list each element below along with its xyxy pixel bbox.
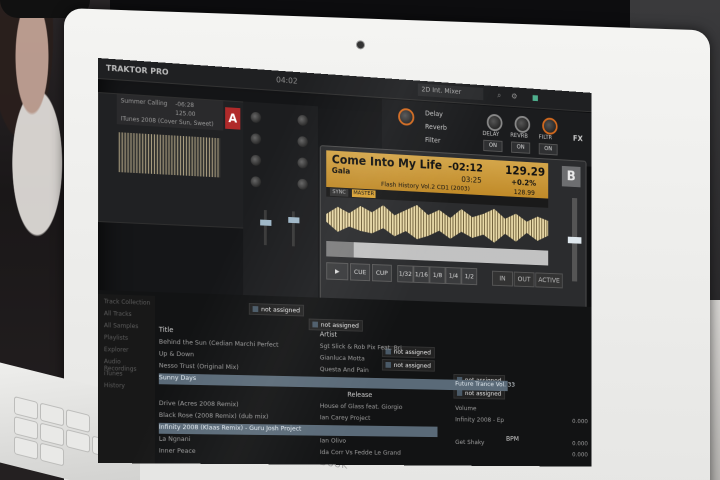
- fx-param-2: REVRB: [510, 132, 528, 140]
- fx-effect-3[interactable]: Filter: [425, 136, 440, 145]
- col-release-header[interactable]: Release: [347, 391, 372, 399]
- loop-1-32[interactable]: 1/32: [397, 265, 414, 283]
- deck-a-time: -06:28: [175, 100, 195, 110]
- deck-a-bpm: 125.00: [175, 109, 196, 119]
- deck-a-waveform[interactable]: [118, 132, 221, 178]
- fx-on-button-2[interactable]: ON: [511, 141, 531, 154]
- col-title-header[interactable]: Title: [159, 326, 174, 334]
- fx-param-3: FILTR: [538, 133, 553, 142]
- tree-item[interactable]: History: [104, 382, 125, 389]
- loop-active-button[interactable]: ACTIVE: [535, 272, 563, 289]
- deck-a-album: ITunes 2008 (Cover Sun, Sweet): [120, 115, 214, 129]
- hi-eq-knob-b[interactable]: [297, 136, 308, 148]
- filter-knob[interactable]: [542, 117, 558, 136]
- fx-unit-label: FX: [572, 134, 583, 144]
- tree-item[interactable]: All Samples: [104, 322, 138, 330]
- key[interactable]: [66, 429, 90, 453]
- tree-item[interactable]: All Tracks: [104, 310, 132, 318]
- channel-fader-a[interactable]: [263, 209, 267, 246]
- deck-b-remaining: 03:25: [461, 175, 482, 185]
- low-eq-knob-a[interactable]: [250, 176, 262, 188]
- reverb-knob[interactable]: [514, 115, 531, 134]
- deck-b-letter[interactable]: B: [561, 165, 581, 188]
- table-header-bpm: BPM: [506, 435, 519, 445]
- fx-on-button-3[interactable]: ON: [538, 143, 558, 156]
- fx-dry-wet-knob[interactable]: [398, 107, 415, 126]
- hi-eq-knob-a[interactable]: [250, 133, 262, 145]
- loop-1-16[interactable]: 1/16: [413, 265, 430, 284]
- browser-tree: Track Collection All Tracks All Samples …: [98, 294, 155, 465]
- fx-effect-2[interactable]: Reverb: [425, 123, 447, 132]
- deck-b-overview[interactable]: [326, 240, 549, 266]
- photo-scene: MacBook TRAKTOR PRO 04:02 2D Int. Mixer …: [0, 0, 720, 480]
- deck-b-bpm-small: 128.99: [513, 188, 535, 197]
- cup-button[interactable]: CUP: [371, 264, 392, 282]
- col-artist-header[interactable]: Artist: [320, 330, 337, 338]
- fx-param-1: DELAY: [482, 130, 500, 138]
- table-row[interactable]: La Ngnani Ian Olivo Get Shaky 0.000: [159, 435, 588, 447]
- deck-b-transport: ▶ CUE CUP 1/32 1/16 1/8 1/4 1/2 IN OUT A…: [326, 262, 565, 289]
- tree-item[interactable]: Playlists: [104, 334, 128, 342]
- master-button[interactable]: MASTER: [351, 189, 376, 199]
- record-icon[interactable]: ■: [532, 93, 539, 102]
- tree-item[interactable]: iTunes: [104, 370, 123, 377]
- table-row[interactable]: Nesso Trust (Original Mix) Questa And Pai…: [159, 361, 369, 374]
- table-header: Title Artist: [159, 326, 337, 339]
- deck-a-title: Summer Calling: [120, 97, 168, 108]
- deck-b-time: -02:12: [448, 160, 483, 175]
- deck-b-artist: Gala: [331, 166, 351, 176]
- assign-slot[interactable]: not assigned: [248, 302, 304, 317]
- loop-in-button[interactable]: IN: [492, 270, 513, 287]
- channel-fader-a-cap[interactable]: [260, 219, 272, 226]
- table-row[interactable]: Drive (Acres 2008 Remix) House of Glass f…: [159, 399, 477, 412]
- track-browser: Track Collection All Tracks All Samples …: [98, 290, 592, 467]
- table-header-release: Release: [347, 391, 372, 402]
- mid-eq-knob-a[interactable]: [250, 154, 262, 166]
- key[interactable]: [40, 442, 64, 467]
- assign-slot[interactable]: not assigned: [381, 359, 435, 372]
- gain-knob-b[interactable]: [297, 114, 308, 127]
- webcam: [356, 40, 365, 50]
- mixer-section: [243, 101, 318, 300]
- loop-1-4[interactable]: 1/4: [445, 266, 462, 285]
- fx-on-button-1[interactable]: ON: [483, 139, 503, 153]
- search-icon[interactable]: ⌕: [497, 91, 501, 101]
- table-row[interactable]: Inner Peace Ida Corr Vs Fedde Le Grand 0.0…: [159, 447, 588, 459]
- low-eq-knob-b[interactable]: [297, 178, 308, 190]
- sync-button[interactable]: SYNC: [329, 188, 349, 197]
- table-row[interactable]: Up & Down Gianluca Motta: [159, 350, 365, 363]
- deck-b-pitch-cap[interactable]: [567, 236, 582, 244]
- app-title: TRAKTOR PRO: [105, 63, 169, 77]
- mixer-mode-select[interactable]: 2D Int. Mixer: [417, 83, 484, 101]
- deck-b-bpm: 129.29: [505, 163, 546, 179]
- play-button[interactable]: ▶: [326, 262, 349, 281]
- deck-a: Summer Calling -06:28 125.00 ITunes 2008…: [98, 92, 246, 229]
- clock: 04:02: [276, 75, 298, 86]
- deck-a-info: Summer Calling -06:28 125.00 ITunes 2008…: [116, 94, 224, 131]
- table-row-highlight[interactable]: Infinity 2008 (Klaas Remix) - Guru Josh …: [158, 422, 438, 438]
- channel-fader-b-cap[interactable]: [288, 216, 300, 224]
- deck-b-pitch: +0.2%: [511, 177, 537, 188]
- gain-knob-a[interactable]: [250, 111, 262, 124]
- assign-slot[interactable]: not assigned: [308, 318, 363, 332]
- tree-item[interactable]: Explorer: [104, 346, 129, 354]
- gear-icon[interactable]: ⚙: [511, 92, 517, 101]
- fx-effect-1[interactable]: Delay: [425, 110, 443, 119]
- col-bpm-header[interactable]: BPM: [506, 435, 519, 443]
- cue-button[interactable]: CUE: [350, 263, 371, 282]
- loop-1-8[interactable]: 1/8: [429, 266, 446, 284]
- deck-a-letter[interactable]: A: [225, 107, 241, 130]
- delay-knob[interactable]: [486, 113, 503, 132]
- loop-out-button[interactable]: OUT: [513, 271, 535, 288]
- key[interactable]: [14, 436, 38, 461]
- mid-eq-knob-b[interactable]: [297, 157, 308, 169]
- table-row[interactable]: Black Rose (2008 Remix) (dub mix) Ian Car…: [159, 411, 588, 425]
- deck-b: Come Into My Life Gala Flash History Vol…: [319, 145, 587, 311]
- laptop-screen: TRAKTOR PRO 04:02 2D Int. Mixer ⌕ ⚙ ■ De…: [98, 58, 592, 467]
- loop-1-2[interactable]: 1/2: [461, 267, 478, 286]
- tree-item[interactable]: Track Collection: [104, 298, 150, 306]
